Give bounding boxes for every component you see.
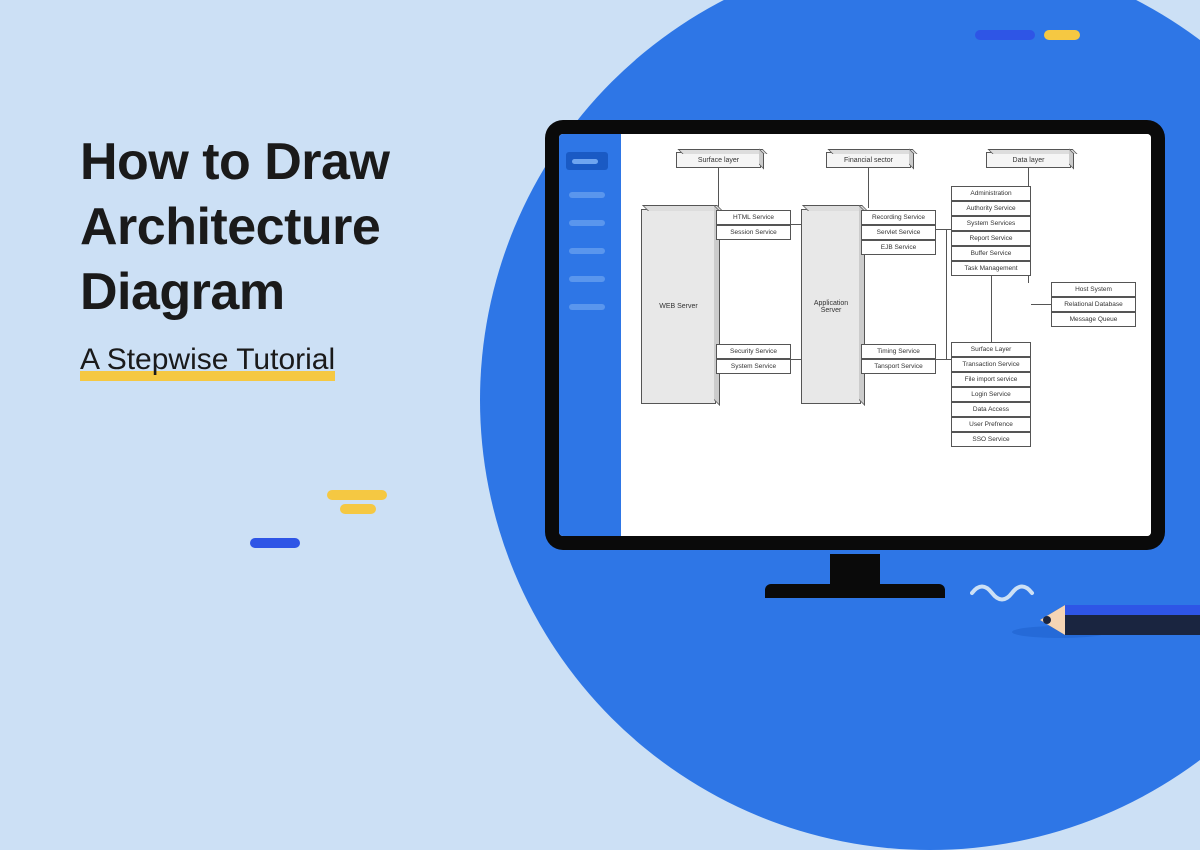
decorative-dash — [327, 490, 387, 500]
page-title: How to Draw Architecture Diagram — [80, 130, 389, 325]
diagram-header: Financial sector — [826, 152, 911, 168]
web-server-box: WEB Server — [641, 209, 716, 404]
service-box: System Services — [951, 216, 1031, 231]
service-box: Buffer Service — [951, 246, 1031, 261]
diagram-header: Data layer — [986, 152, 1071, 168]
service-box: Report Service — [951, 231, 1031, 246]
service-box: Recording Service — [861, 210, 936, 225]
service-box: Tansport Service — [861, 359, 936, 374]
connector — [718, 168, 719, 208]
service-box: SSO Service — [951, 432, 1031, 447]
service-box: Transaction Service — [951, 357, 1031, 372]
decorative-dash — [340, 504, 376, 514]
hero-text: How to Draw Architecture Diagram A Stepw… — [80, 130, 389, 377]
monitor-stand — [765, 554, 945, 598]
app-sidebar — [559, 134, 621, 536]
title-line: Architecture — [80, 195, 389, 260]
pencil-icon — [1010, 580, 1200, 640]
connector — [791, 359, 801, 360]
service-box: Session Service — [716, 225, 791, 240]
diagram-canvas[interactable]: Surface layer Financial sector Data laye… — [621, 134, 1151, 536]
service-box: Relational Database — [1051, 297, 1136, 312]
decorative-dash — [250, 538, 300, 548]
monitor-frame: Surface layer Financial sector Data laye… — [545, 120, 1165, 550]
connector — [946, 229, 947, 359]
service-box: EJB Service — [861, 240, 936, 255]
monitor-illustration: Surface layer Financial sector Data laye… — [545, 120, 1165, 560]
service-box: HTML Service — [716, 210, 791, 225]
title-line: Diagram — [80, 260, 389, 325]
monitor-screen: Surface layer Financial sector Data laye… — [559, 134, 1151, 536]
sidebar-item-active[interactable] — [566, 152, 608, 170]
connector — [991, 276, 992, 342]
service-box: Message Queue — [1051, 312, 1136, 327]
connector — [791, 224, 801, 225]
service-box: System Service — [716, 359, 791, 374]
diagram-header: Surface layer — [676, 152, 761, 168]
decorative-dash — [1044, 30, 1080, 40]
service-box: Timing Service — [861, 344, 936, 359]
sidebar-item[interactable] — [569, 248, 605, 254]
service-box: Data Access — [951, 402, 1031, 417]
connector — [936, 229, 951, 230]
sidebar-item[interactable] — [569, 220, 605, 226]
service-box: Administration — [951, 186, 1031, 201]
sidebar-item[interactable] — [569, 276, 605, 282]
connector — [936, 359, 951, 360]
service-box: Security Service — [716, 344, 791, 359]
connector — [1031, 304, 1051, 305]
service-box: Authority Service — [951, 201, 1031, 216]
sidebar-item[interactable] — [569, 192, 605, 198]
service-box: Surface Layer — [951, 342, 1031, 357]
service-box: User Prefrence — [951, 417, 1031, 432]
sidebar-item[interactable] — [569, 304, 605, 310]
app-server-box: Application Server — [801, 209, 861, 404]
service-box: File import service — [951, 372, 1031, 387]
service-box: Host System — [1051, 282, 1136, 297]
service-box: Servlet Service — [861, 225, 936, 240]
decorative-dash — [975, 30, 1035, 40]
service-box: Task Management — [951, 261, 1031, 276]
connector — [868, 168, 869, 208]
title-line: How to Draw — [80, 130, 389, 195]
page-subtitle: A Stepwise Tutorial — [80, 343, 335, 377]
service-box: Login Service — [951, 387, 1031, 402]
